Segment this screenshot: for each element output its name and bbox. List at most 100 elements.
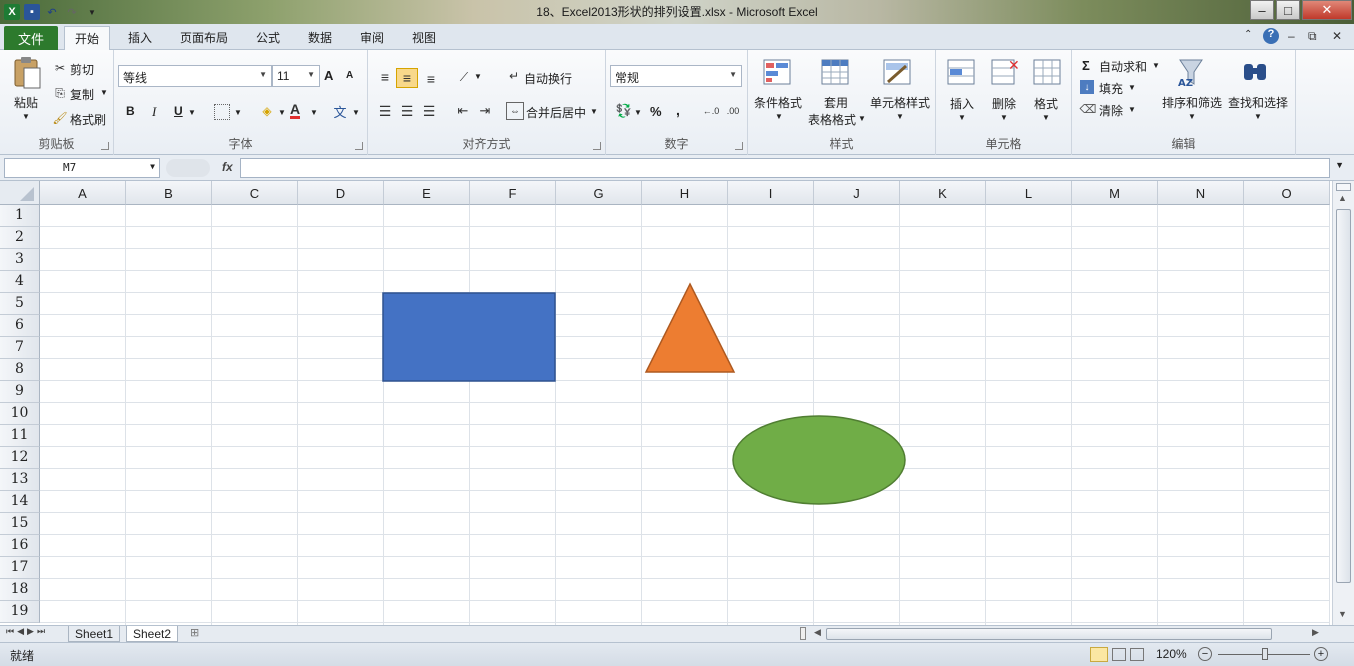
phonetic-dropdown-icon[interactable]: ▼ [352,108,360,117]
align-top-icon[interactable]: ≡ [376,68,394,86]
zoom-slider-thumb[interactable] [1262,648,1268,660]
number-format-select[interactable]: 常规 ▼ [610,65,742,87]
format-dropdown-icon[interactable]: ▼ [1042,113,1050,122]
orientation-icon[interactable]: ⟋ [454,68,474,86]
sheet-tab-1[interactable]: Sheet1 [68,626,121,642]
align-center-icon[interactable]: ☰ [398,102,416,120]
font-color-dropdown-icon[interactable]: ▼ [310,108,318,117]
format-as-table-label-1[interactable]: 套用 [824,94,848,111]
align-middle-icon[interactable]: ≡ [396,68,418,88]
clear-dropdown-icon[interactable]: ▼ [1128,105,1136,114]
name-box[interactable]: M7 ▼ [4,158,160,178]
font-name-select[interactable]: 等线 ▼ [118,65,272,87]
table-format-dropdown-icon[interactable]: ▼ [858,114,866,123]
scroll-right-icon[interactable]: ▶ [1312,627,1319,638]
format-painter-label[interactable]: 格式刷 [70,111,106,128]
number-launcher-icon[interactable] [735,142,743,150]
autosum-label[interactable]: 自动求和 [1099,58,1147,75]
tab-review[interactable]: 审阅 [360,29,384,46]
close-button[interactable]: ✕ [1302,0,1352,20]
paste-dropdown-icon[interactable]: ▼ [22,112,30,121]
tab-split-handle[interactable] [800,627,806,640]
cut-label[interactable]: 剪切 [70,61,94,78]
align-bottom-icon[interactable]: ≡ [422,70,440,88]
split-box[interactable] [1336,183,1351,191]
sheet-tab-2[interactable]: Sheet2 [126,626,179,642]
blue-rectangle-shape[interactable] [382,292,556,382]
fill-icon[interactable]: ↓ [1080,80,1094,94]
paste-icon[interactable] [12,56,44,89]
font-launcher-icon[interactable] [355,142,363,150]
fill-dropdown-icon[interactable]: ▼ [1128,83,1136,92]
sort-filter-label[interactable]: 排序和筛选 [1162,94,1222,111]
align-left-icon[interactable]: ☰ [376,102,394,120]
font-color-button[interactable]: A [290,102,301,119]
increase-decimal-icon[interactable]: ←.0 [700,102,722,120]
bold-button[interactable]: B [126,104,135,118]
wrap-text-icon[interactable]: ↵ [506,68,522,84]
new-sheet-icon[interactable]: ⊞ [190,626,199,639]
conditional-formatting-icon[interactable] [762,56,794,86]
cell-styles-icon[interactable] [882,56,914,86]
currency-icon[interactable]: 💱 [614,102,634,120]
scissors-icon[interactable]: ✂ [52,60,68,76]
collapse-ribbon-icon[interactable]: ⌃ [1244,29,1252,40]
orange-triangle-shape[interactable] [644,282,736,373]
zoom-out-icon[interactable]: − [1198,647,1212,661]
eraser-icon[interactable]: ⌫ [1080,102,1097,116]
name-box-dropdown-icon[interactable]: ▼ [150,162,155,171]
binoculars-icon[interactable] [1240,56,1272,86]
vertical-scroll-thumb[interactable] [1336,209,1351,583]
worksheet-grid[interactable]: ABCDEFGHIJKLMNO 1 2 3 4 5 6 7 8 9 10 11 12 13 14 15 16 1… [0,181,1354,625]
sort-filter-icon[interactable]: AZ [1176,56,1208,89]
workbook-minimize-icon[interactable]: – [1288,29,1295,43]
border-dropdown-icon[interactable]: ▼ [234,108,242,117]
delete-dropdown-icon[interactable]: ▼ [1000,113,1008,122]
underline-button[interactable]: U [174,104,183,118]
sigma-icon[interactable]: Σ [1082,58,1090,73]
horizontal-scroll-thumb[interactable] [826,628,1272,640]
insert-label[interactable]: 插入 [950,95,974,112]
tab-view[interactable]: 视图 [412,29,436,46]
delete-cells-icon[interactable]: ✕ [990,56,1022,86]
conditional-formatting-label[interactable]: 条件格式 [754,94,802,111]
percent-button[interactable]: % [650,104,662,119]
cell-styles-dropdown-icon[interactable]: ▼ [896,112,904,121]
orientation-dropdown-icon[interactable]: ▼ [474,72,482,81]
tab-data[interactable]: 数据 [308,29,332,46]
scroll-down-icon[interactable]: ▼ [1338,609,1347,619]
copy-icon[interactable]: ⎘ [52,85,68,101]
fill-color-icon[interactable]: ◈ [258,102,276,120]
zoom-level[interactable]: 120% [1156,647,1187,661]
format-as-table-icon[interactable] [820,56,852,86]
copy-dropdown-icon[interactable]: ▼ [100,88,108,97]
workbook-close-icon[interactable]: ✕ [1332,29,1342,43]
sort-filter-dropdown-icon[interactable]: ▼ [1188,112,1196,121]
delete-label[interactable]: 删除 [992,95,1016,112]
formula-input[interactable] [240,158,1330,178]
increase-indent-icon[interactable]: ⇥ [476,102,494,120]
tab-file[interactable]: 文件 [4,26,58,50]
merge-dropdown-icon[interactable]: ▼ [590,107,598,116]
find-select-dropdown-icon[interactable]: ▼ [1254,112,1262,121]
underline-dropdown-icon[interactable]: ▼ [188,108,196,117]
scroll-up-icon[interactable]: ▲ [1338,193,1347,203]
wrap-text-label[interactable]: 自动换行 [524,70,572,87]
currency-dropdown-icon[interactable]: ▼ [634,108,642,117]
normal-view-icon[interactable] [1090,647,1108,662]
copy-label[interactable]: 复制 [70,86,94,103]
scroll-left-icon[interactable]: ◀ [814,627,821,638]
tab-home[interactable]: 开始 [64,26,111,51]
insert-dropdown-icon[interactable]: ▼ [958,113,966,122]
clear-label[interactable]: 清除 [1099,102,1123,119]
green-ellipse-shape[interactable] [732,415,906,505]
vertical-scrollbar[interactable]: ▲ ▼ [1332,181,1354,625]
page-layout-view-icon[interactable] [1112,648,1126,661]
shrink-font-button[interactable]: A [346,70,353,81]
expand-formula-bar-icon[interactable]: ▼ [1335,160,1344,170]
merge-center-label[interactable]: 合并后居中 [526,104,586,121]
autosum-dropdown-icon[interactable]: ▼ [1152,61,1160,70]
conditional-dropdown-icon[interactable]: ▼ [775,112,783,121]
phonetic-icon[interactable]: 文 [330,102,350,120]
grow-font-button[interactable]: A [324,68,333,83]
